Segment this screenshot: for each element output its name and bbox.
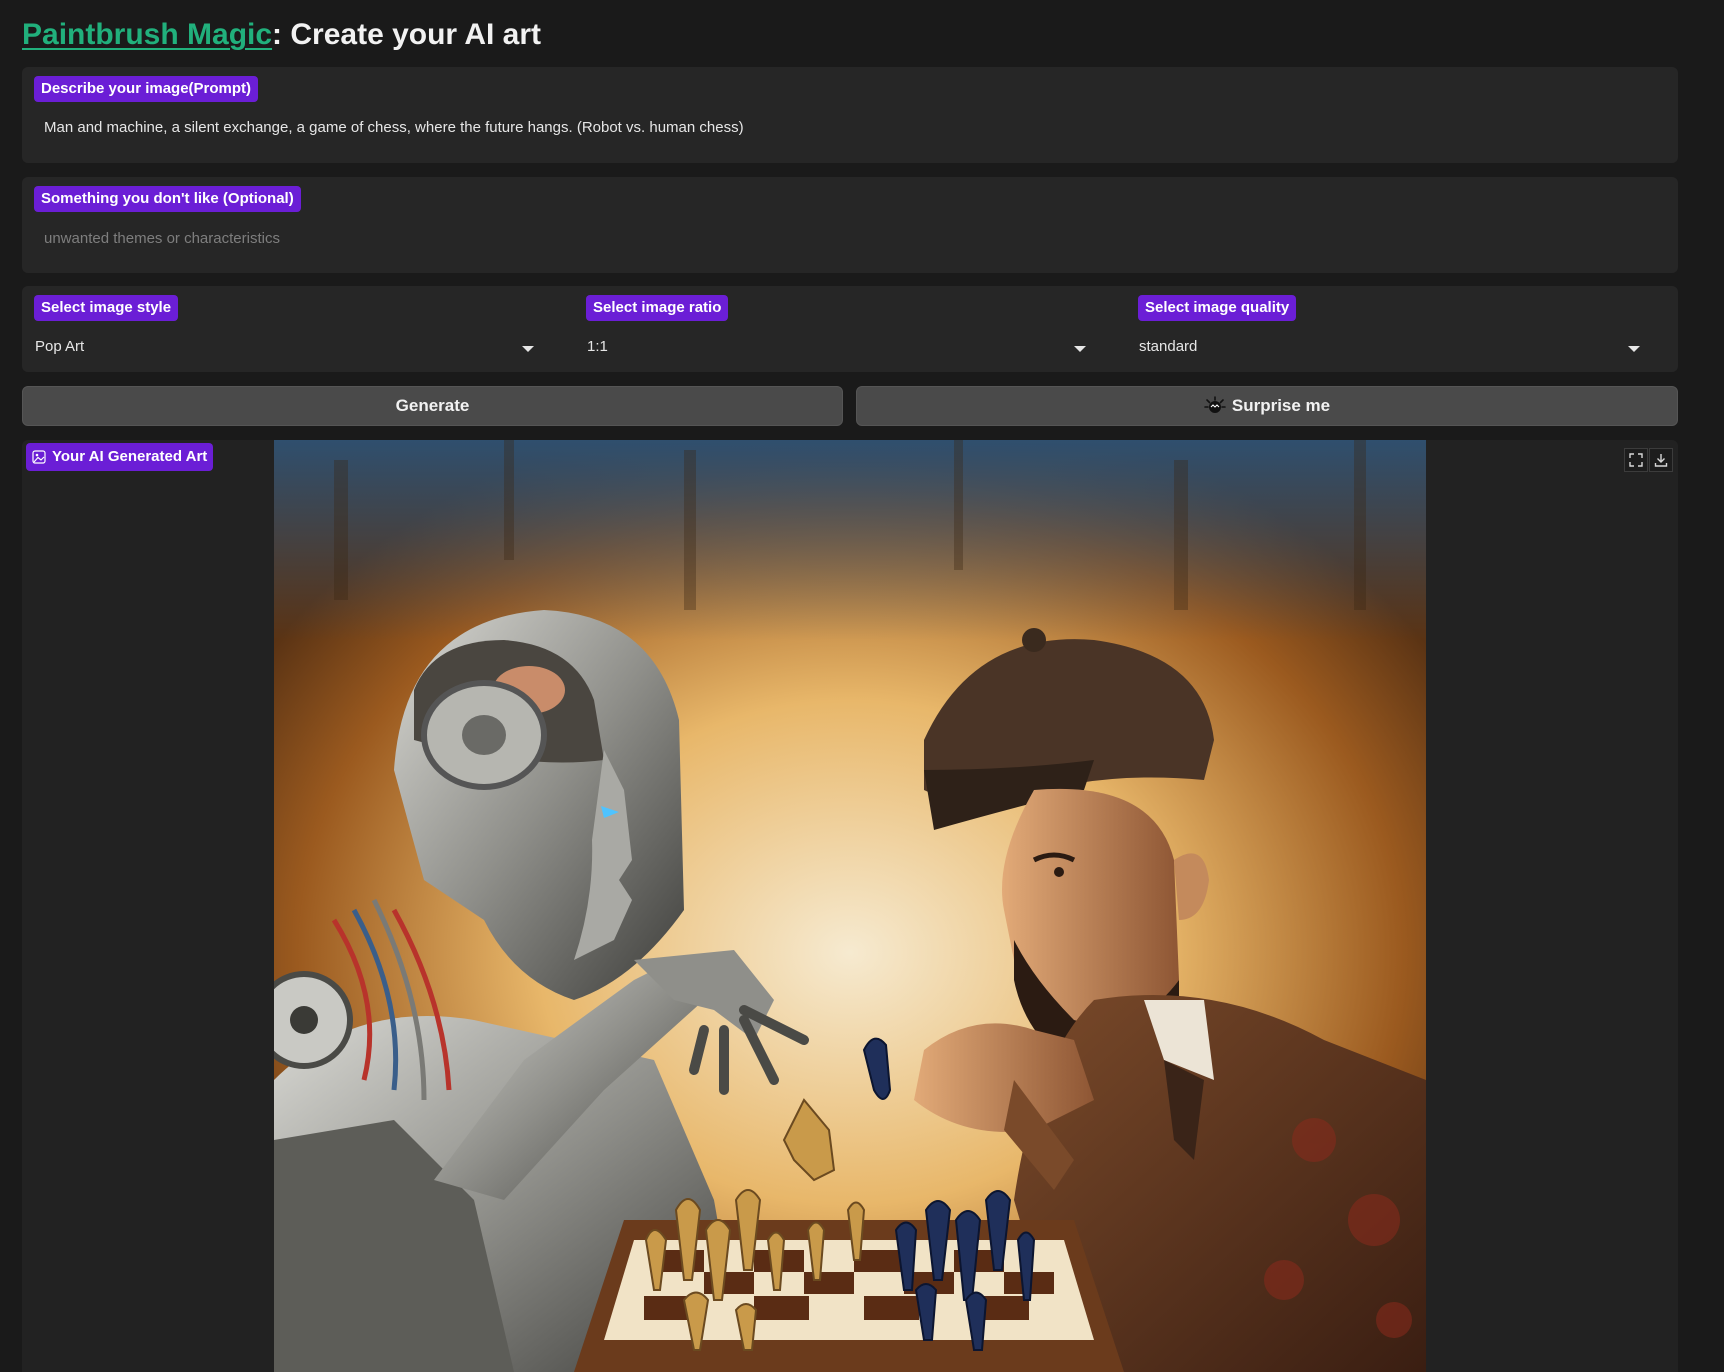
negative-prompt-panel: Something you don't like (Optional) unwa… <box>22 177 1678 273</box>
sparkle-icon <box>1204 395 1226 417</box>
negative-prompt-input[interactable]: unwanted themes or characteristics <box>44 230 280 247</box>
surprise-me-button-label: Surprise me <box>1231 396 1331 415</box>
negative-prompt-label: Something you don't like (Optional) <box>34 186 301 212</box>
quality-select[interactable]: standard <box>1126 324 1678 368</box>
quality-select-value: standard <box>1139 338 1198 355</box>
generate-button[interactable]: Generate <box>22 386 843 426</box>
chevron-down-icon <box>522 346 534 352</box>
chevron-down-icon <box>1628 346 1640 352</box>
ratio-select[interactable]: 1:1 <box>574 324 1126 368</box>
image-icon <box>32 450 46 464</box>
download-icon <box>1654 453 1668 467</box>
title-suffix: : Create your AI art <box>272 18 542 51</box>
quality-select-label: Select image quality <box>1138 295 1297 321</box>
prompt-label: Describe your image(Prompt) <box>34 76 259 102</box>
output-panel: Your AI Generated Art <box>22 440 1678 1372</box>
fullscreen-button[interactable] <box>1624 448 1648 472</box>
app-root: Paintbrush Magic: Create your AI art Des… <box>0 0 1724 1372</box>
generate-button-label: Generate <box>395 396 470 415</box>
quality-select-group: Select image quality standard <box>1126 286 1678 372</box>
ratio-select-label: Select image ratio <box>586 295 729 321</box>
output-label-text: Your AI Generated Art <box>52 448 208 465</box>
surprise-me-button[interactable]: Surprise me <box>856 386 1678 426</box>
style-select-value: Pop Art <box>35 338 85 355</box>
style-select[interactable]: Pop Art <box>22 324 574 368</box>
page-title: Paintbrush Magic: Create your AI art <box>22 16 541 54</box>
style-select-label: Select image style <box>34 295 179 321</box>
chevron-down-icon <box>1074 346 1086 352</box>
output-label: Your AI Generated Art <box>26 443 214 471</box>
fullscreen-icon <box>1629 453 1643 467</box>
ratio-select-value: 1:1 <box>587 338 608 355</box>
style-select-group: Select image style Pop Art <box>22 286 574 372</box>
options-panel: Select image style Pop Art Select image … <box>22 286 1678 372</box>
prompt-panel: Describe your image(Prompt) Man and mach… <box>22 67 1678 163</box>
generated-image <box>274 440 1426 1372</box>
ratio-select-group: Select image ratio 1:1 <box>574 286 1126 372</box>
download-button[interactable] <box>1649 448 1673 472</box>
prompt-input[interactable]: Man and machine, a silent exchange, a ga… <box>44 119 744 136</box>
brand-link[interactable]: Paintbrush Magic <box>22 18 272 51</box>
